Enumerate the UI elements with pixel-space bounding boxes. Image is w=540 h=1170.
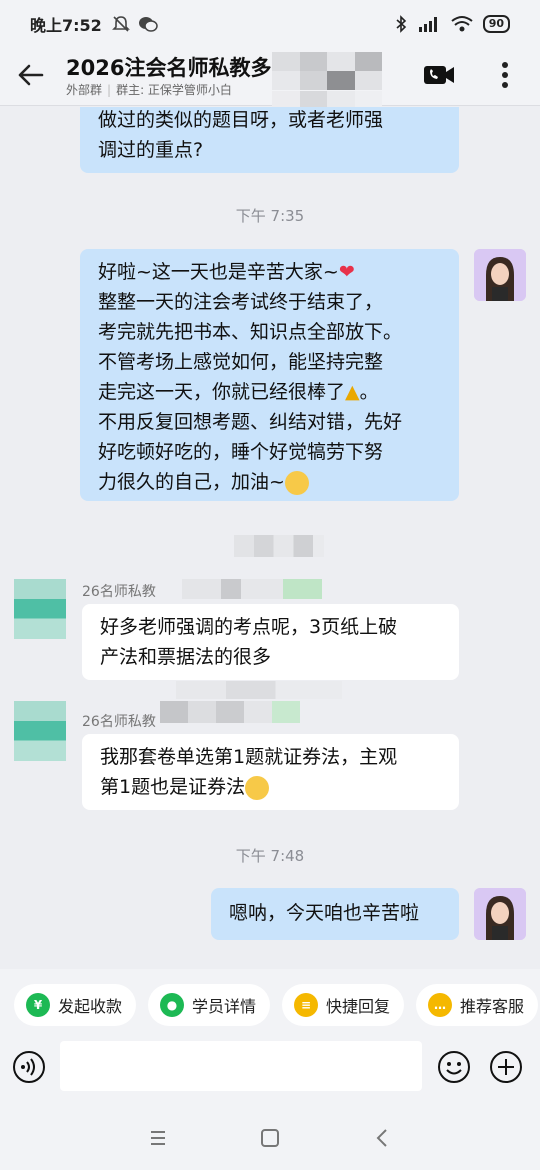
redacted-mosaic (176, 681, 342, 699)
chat-title[interactable]: 2026注会名师私教多 (66, 52, 271, 82)
thumbs-up-emoji-icon: ▲ (345, 381, 360, 403)
avatar[interactable] (474, 888, 526, 940)
cheer-emoji-icon (284, 470, 309, 495)
bluetooth-icon (396, 15, 406, 33)
quick-actions-bar: ¥ 发起收款 ● 学员详情 ≡ 快捷回复 … 推荐客服 (0, 969, 540, 1041)
timestamp: 下午 7:35 (235, 207, 305, 225)
group-owner: 群主: 正保学管师小白 (116, 83, 232, 97)
chat-header: 2026注会名师私教多 外部群 | 群主: 正保学管师小白 (0, 48, 540, 110)
quick-action-student-button[interactable]: ● 学员详情 (148, 984, 271, 1026)
hd-signal-icon (418, 17, 437, 32)
message-bubble-incoming[interactable]: 好多老师强调的考点呢，3页纸上破 产法和票据法的很多 (82, 604, 459, 680)
back-icon[interactable] (370, 1125, 396, 1151)
bell-muted-icon (111, 16, 130, 32)
more-vertical-icon[interactable] (490, 58, 520, 92)
back-arrow-icon[interactable] (16, 60, 46, 90)
message-bubble-outgoing[interactable]: 好啦~这一天也是辛苦大家~❤ 整整一天的注会考试终于结束了， 考完就先把书本、知… (80, 249, 459, 501)
quick-action-reply-button[interactable]: ≡ 快捷回复 (282, 984, 405, 1026)
wechat-icon (138, 17, 158, 32)
chat-subtitle: 外部群 | 群主: 正保学管师小白 (66, 83, 232, 97)
emoji-icon[interactable] (437, 1050, 471, 1084)
status-time: 晚上7:52 (30, 16, 102, 35)
status-bar: 晚上7:52 90 (0, 0, 540, 48)
plus-icon[interactable] (489, 1050, 523, 1084)
menu-icon[interactable] (145, 1125, 171, 1151)
redacted-mosaic (234, 535, 324, 557)
wifi-icon (451, 16, 473, 32)
recommend-icon: … (428, 993, 453, 1017)
redacted-mosaic (160, 701, 300, 723)
avatar[interactable] (14, 701, 66, 761)
sender-name: 26名师私教 (82, 584, 156, 600)
sender-name: 26名师私教 (82, 714, 156, 730)
battery-icon: 90 (482, 15, 510, 33)
avatar[interactable] (14, 579, 66, 639)
quick-reply-icon: ≡ (294, 993, 319, 1017)
voice-input-icon[interactable] (12, 1050, 46, 1084)
user-avatar-icon (474, 249, 526, 301)
message-bubble-outgoing[interactable]: 做过的类似的题目呀，或者老师强 调过的重点? (80, 107, 459, 173)
home-icon[interactable] (257, 1125, 283, 1151)
quick-action-recommend-button[interactable]: … 推荐客服 (416, 984, 539, 1026)
laugh-cry-emoji-icon (245, 775, 270, 800)
student-icon: ● (160, 993, 185, 1017)
avatar[interactable] (474, 249, 526, 301)
video-call-icon[interactable] (422, 60, 456, 90)
heart-emoji-icon: ❤ (338, 261, 355, 283)
message-bubble-incoming[interactable]: 我那套卷单选第1题就证券法，主观 第1题也是证券法 (82, 734, 459, 810)
timestamp: 下午 7:48 (235, 847, 305, 865)
input-bar (0, 1041, 540, 1107)
user-avatar-icon (474, 888, 526, 940)
redacted-mosaic (182, 579, 322, 599)
redacted-mosaic (272, 52, 382, 110)
quick-action-payment-button[interactable]: ¥ 发起收款 (14, 984, 137, 1026)
system-nav-bar (0, 1107, 540, 1170)
chat-area[interactable]: 做过的类似的题目呀，或者老师强 调过的重点? 下午 7:35 好啦~这一天也是辛… (0, 107, 540, 969)
payment-icon: ¥ (26, 993, 50, 1017)
group-type: 外部群 (66, 83, 103, 97)
message-input[interactable] (60, 1041, 422, 1091)
message-bubble-outgoing[interactable]: 嗯呐，今天咱也辛苦啦 (211, 888, 459, 940)
